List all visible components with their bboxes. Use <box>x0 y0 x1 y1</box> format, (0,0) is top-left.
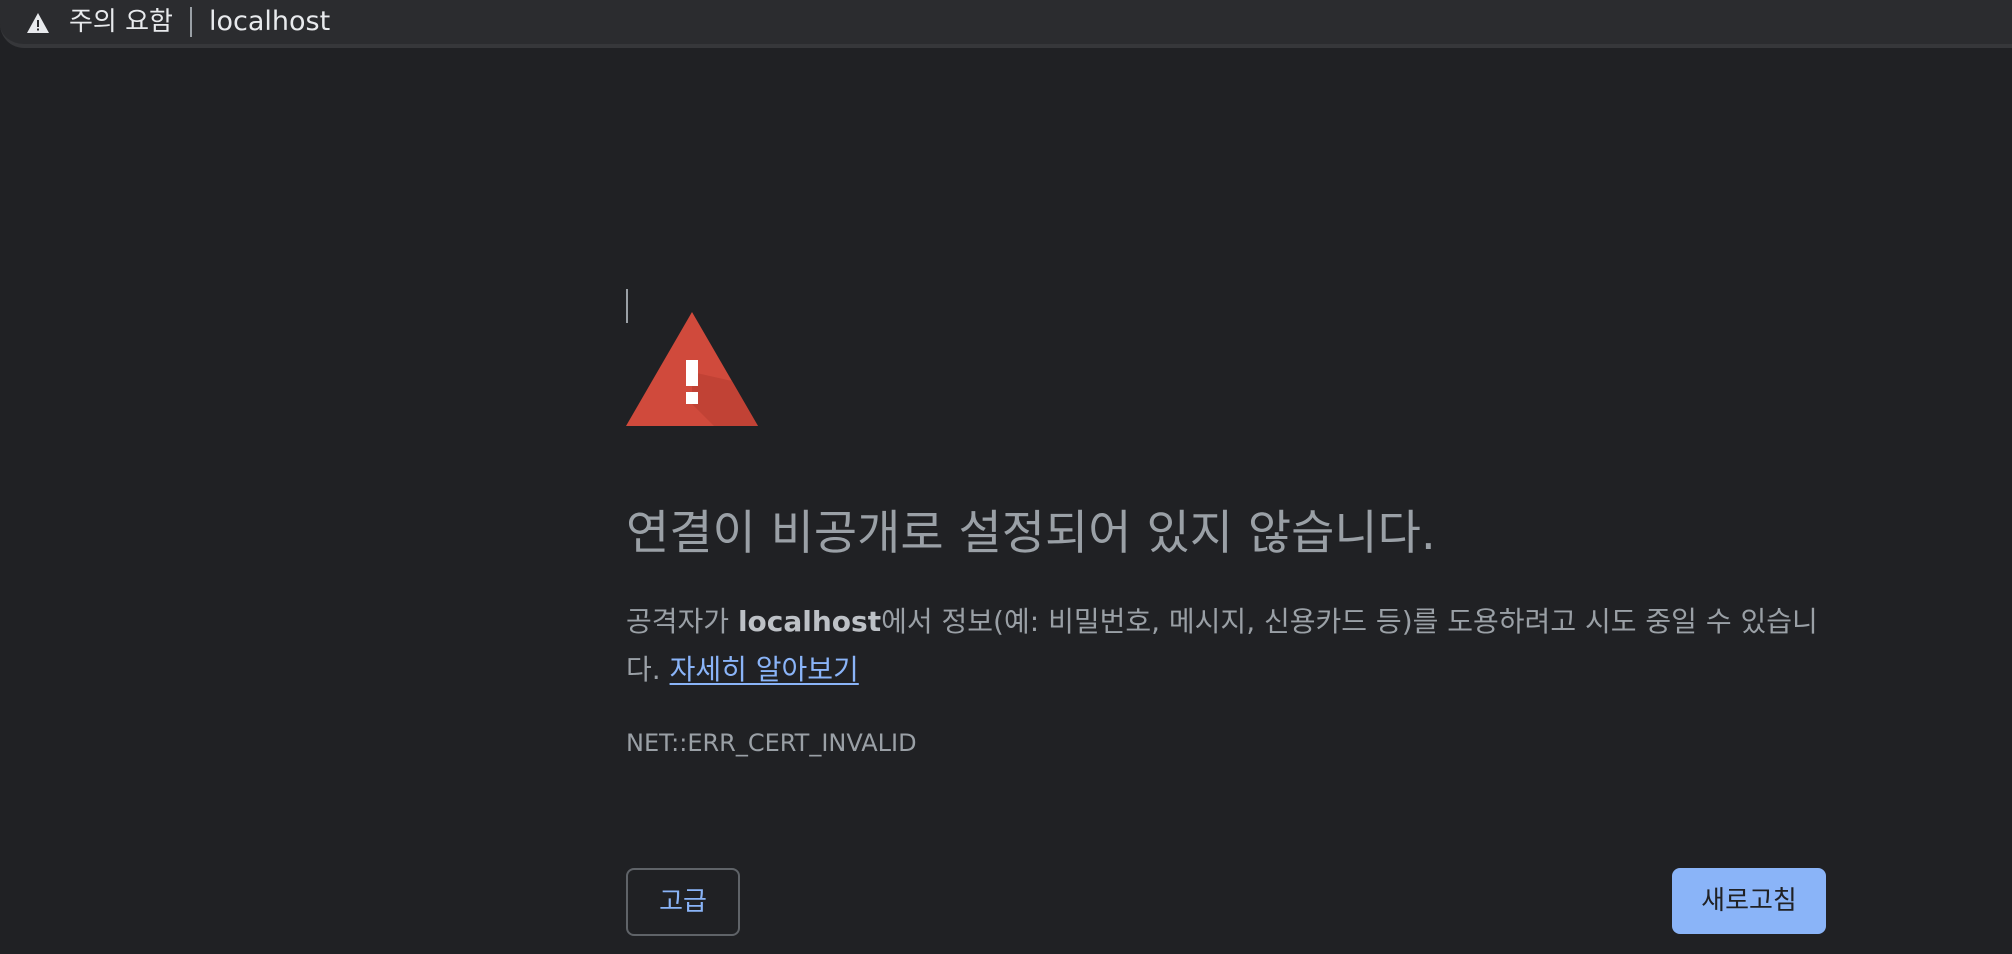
description-host: localhost <box>737 605 882 638</box>
error-code[interactable]: NET::ERR_CERT_INVALID <box>626 726 917 760</box>
security-status-label[interactable]: 주의 요함 <box>69 5 173 39</box>
description-prefix: 공격자가 <box>626 605 738 638</box>
url-text[interactable]: localhost <box>209 5 330 39</box>
advanced-button[interactable]: 고급 <box>626 868 740 936</box>
address-bar[interactable]: 주의 요함 localhost <box>0 0 2012 48</box>
learn-more-link[interactable]: 자세히 알아보기 <box>670 653 859 686</box>
error-description: 공격자가 localhost에서 정보(예: 비밀번호, 메시지, 신용카드 등… <box>626 598 1836 694</box>
warning-triangle-icon[interactable] <box>26 12 50 34</box>
reload-button[interactable]: 새로고침 <box>1672 868 1826 934</box>
omnibox-divider <box>190 7 192 37</box>
page-title: 연결이 비공개로 설정되어 있지 않습니다. <box>626 506 1436 561</box>
red-warning-triangle-icon <box>626 312 758 426</box>
